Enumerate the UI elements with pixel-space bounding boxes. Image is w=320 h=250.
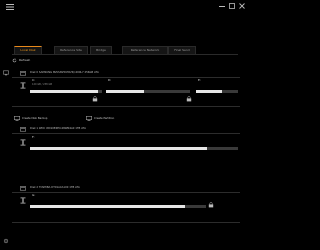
drive-2-title: Disk 2 TOSHIBA DT01ACA100 1TB ATA [30, 186, 80, 189]
partition-f-name: F: [32, 135, 35, 139]
partition-c-name: C: [32, 78, 36, 82]
partition-e-bar-track [196, 90, 238, 93]
partition-d[interactable]: D: [106, 79, 190, 101]
partition-c-usage-bar [30, 90, 99, 93]
partition-f-usage-bar [30, 147, 207, 150]
partition-c-info: 120 GB / 238 GB [32, 83, 52, 86]
drive-2-divider [12, 192, 240, 193]
partition-c-lock-icon[interactable] [92, 96, 98, 102]
drive-1-divider [12, 133, 240, 134]
maximize-icon[interactable] [228, 2, 236, 10]
partition-drive-icon [20, 82, 26, 89]
create-disk-backup-label: Create Disk Backup [22, 117, 48, 120]
partition-f[interactable]: F: [30, 136, 238, 158]
hdd-icon [20, 127, 26, 132]
drive-0-divider [12, 77, 240, 78]
drive-0-title: Disk 0 SAMSUNG MZVLB256HAHQ-000L7 256GB … [30, 71, 99, 74]
partition-f-bar-track [30, 147, 238, 150]
refresh-button[interactable]: Refresh [12, 58, 30, 63]
sidebar-settings-icon[interactable] [3, 238, 9, 244]
partition-g-bar-track [30, 205, 206, 208]
hdd-icon [20, 186, 26, 191]
partition-e-name: E: [198, 78, 201, 82]
tab-reference-site[interactable]: Reference Site [54, 46, 88, 54]
hdd-icon [20, 71, 26, 76]
tab-final-send[interactable]: Final Send [168, 46, 196, 54]
drive-2-bottom-divider [12, 222, 240, 223]
partition-c-bar-track [30, 90, 102, 93]
partition-icon [86, 116, 92, 121]
partition-g-lock-icon[interactable] [208, 202, 214, 208]
partition-e-usage-bar [196, 90, 223, 93]
app-menu-icon[interactable] [6, 4, 14, 10]
partition-g[interactable]: G: [30, 194, 206, 216]
partition-drive-icon [20, 197, 26, 204]
partition-drive-icon [20, 139, 26, 146]
partition-g-name: G: [32, 193, 36, 197]
drive-1-title: Disk 1 WDC WD10EZEX-08WN4A0 1TB ATA [30, 127, 86, 130]
partition-g-usage-bar [30, 205, 185, 208]
partition-d-name: D: [108, 78, 112, 82]
drive-0-bottom-divider [12, 106, 240, 107]
partition-d-lock-icon[interactable] [186, 96, 192, 102]
partition-d-usage-bar [106, 90, 144, 93]
partition-e[interactable]: E: [196, 79, 238, 101]
sidebar-computer-icon[interactable] [3, 70, 9, 76]
minimize-icon[interactable] [218, 2, 226, 10]
tab-reference-network[interactable]: Reference Network [122, 46, 168, 54]
close-icon[interactable] [238, 2, 246, 10]
create-disk-backup-button[interactable]: Create Disk Backup [14, 116, 54, 121]
tab-bar: Local Disk Reference Site Bridge Referen… [12, 46, 238, 55]
disk-backup-icon [14, 116, 20, 121]
tab-local-disk[interactable]: Local Disk [14, 46, 42, 54]
refresh-label: Refresh [19, 58, 31, 62]
tab-bridge[interactable]: Bridge [90, 46, 112, 54]
partition-d-bar-track [106, 90, 190, 93]
create-partition-button[interactable]: Create Partition [86, 116, 126, 121]
create-partition-label: Create Partition [94, 117, 115, 120]
